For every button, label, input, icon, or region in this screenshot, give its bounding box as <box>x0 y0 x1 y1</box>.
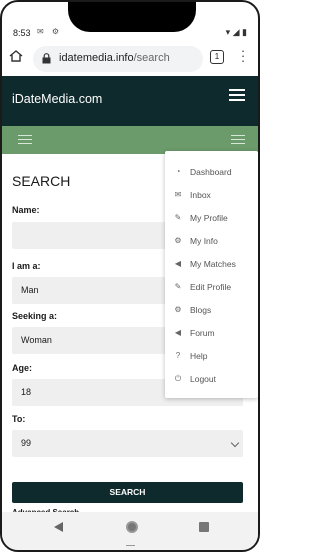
lock-icon <box>42 53 51 64</box>
i-am-value: Man <box>21 285 39 295</box>
age-from-value: 18 <box>21 387 32 397</box>
menu-item-inbox[interactable]: ✉ Inbox <box>165 186 258 204</box>
menu-item-forum[interactable]: ◀ Forum <box>165 324 258 342</box>
chevron-down-icon <box>230 438 240 448</box>
seeking-value: Woman <box>21 335 52 345</box>
menu-item-label: Forum <box>190 328 215 338</box>
gesture-pill <box>126 545 135 546</box>
camera-notch <box>68 2 196 32</box>
menu-item-label: Logout <box>190 374 216 384</box>
signal-battery-icons: ▾ ◢ ▮ <box>225 27 247 37</box>
question-icon: ? <box>175 351 181 360</box>
header-menu-icon[interactable] <box>229 89 245 103</box>
page-title: SEARCH <box>12 173 71 189</box>
edit-icon: ✎ <box>174 213 182 222</box>
seeking-label: Seeking a: <box>12 311 58 321</box>
menu-item-blogs[interactable]: ⚙ Blogs <box>165 301 258 319</box>
home-icon[interactable] <box>9 50 23 62</box>
android-nav-bar <box>2 512 258 550</box>
menu-item-my-info[interactable]: ⚙ My Info <box>165 232 258 250</box>
menu-item-help[interactable]: ? Help <box>165 347 258 365</box>
address-bar[interactable]: idatemedia.info/search <box>33 46 203 72</box>
recent-apps-icon[interactable] <box>199 522 209 532</box>
menu-item-edit-profile[interactable]: ✎ Edit Profile <box>165 278 258 296</box>
home-button-icon[interactable] <box>126 521 138 533</box>
cogs-icon: ⚙ <box>174 236 182 245</box>
menu-item-label: My Matches <box>190 259 236 269</box>
menu-item-label: My Info <box>190 236 218 246</box>
menu-item-label: Dashboard <box>190 167 232 177</box>
site-brand[interactable]: iDateMedia.com <box>12 92 102 106</box>
menu-item-my-matches[interactable]: ◀ My Matches <box>165 255 258 273</box>
bullhorn-icon: ◀ <box>174 328 182 337</box>
browser-menu-icon[interactable]: · · · <box>240 44 246 67</box>
age-to-select[interactable]: 99 <box>12 430 243 457</box>
menu-item-label: Help <box>190 351 208 361</box>
notification-icons: ✉ ⚙ <box>37 27 63 36</box>
browser-toolbar: idatemedia.info/search 1 · · · <box>2 42 258 74</box>
bullhorn-icon: ◀ <box>174 259 182 268</box>
phone-frame: 8:53 ✉ ⚙ ▾ ◢ ▮ idatemedia.info/search 1 … <box>0 0 260 552</box>
inbox-icon: ✉ <box>174 190 182 199</box>
age-label: Age: <box>12 363 32 373</box>
user-dropdown-menu: ◔ Dashboard ✉ Inbox ✎ My Profile ⚙ My In… <box>165 151 258 398</box>
dashboard-icon: ◔ <box>175 167 181 176</box>
right-menu-icon[interactable] <box>231 135 245 145</box>
name-label: Name: <box>12 205 40 215</box>
menu-item-label: Edit Profile <box>190 282 232 292</box>
site-header: iDateMedia.com <box>2 76 258 126</box>
menu-item-label: Blogs <box>190 305 212 315</box>
url-path: /search <box>133 52 170 64</box>
age-to-value: 99 <box>21 438 32 448</box>
menu-item-label: Inbox <box>190 190 211 200</box>
menu-item-logout[interactable]: ⏻ Logout <box>165 370 258 388</box>
to-label: To: <box>12 414 26 424</box>
cogs-icon: ⚙ <box>174 305 182 314</box>
secondary-nav-bar <box>2 126 258 154</box>
menu-item-label: My Profile <box>190 213 228 223</box>
menu-item-my-profile[interactable]: ✎ My Profile <box>165 209 258 227</box>
url-domain: idatemedia.info <box>59 52 134 64</box>
left-menu-icon[interactable] <box>18 135 32 145</box>
tab-switcher-button[interactable]: 1 <box>210 50 224 64</box>
i-am-label: I am a: <box>12 261 41 271</box>
menu-item-dashboard[interactable]: ◔ Dashboard <box>165 163 258 181</box>
power-icon: ⏻ <box>174 374 182 383</box>
edit-icon: ✎ <box>174 282 182 291</box>
status-time: 8:53 <box>13 28 31 38</box>
url-text: idatemedia.info/search <box>59 52 170 64</box>
back-icon[interactable] <box>54 522 63 532</box>
search-button[interactable]: SEARCH <box>12 482 243 503</box>
